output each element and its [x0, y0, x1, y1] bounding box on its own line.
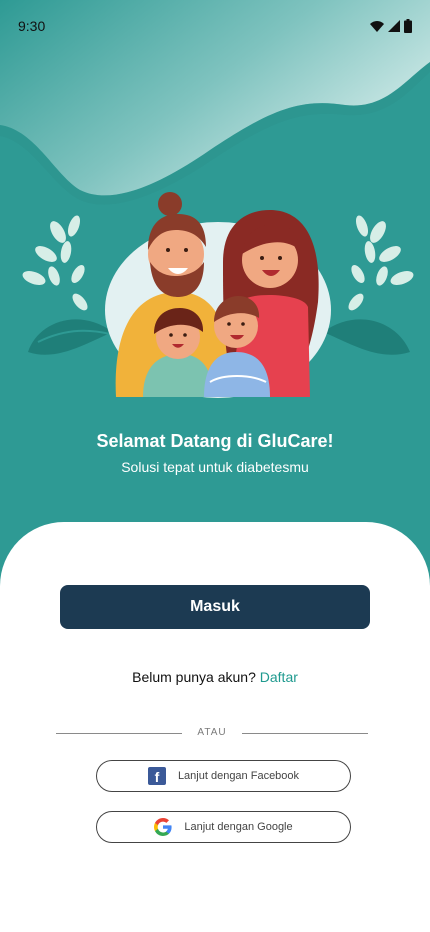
divider-line-right: [242, 733, 368, 734]
status-time: 9:30: [18, 18, 46, 34]
facebook-login-button[interactable]: f Lanjut dengan Facebook: [96, 760, 351, 792]
battery-icon: [404, 19, 412, 33]
status-bar: 9:30: [0, 0, 430, 52]
divider-label: ATAU: [197, 727, 227, 738]
leaves-right: [348, 215, 414, 311]
leaves-left: [22, 215, 88, 311]
google-button-label: Lanjut dengan Google: [184, 821, 293, 833]
hero-background: 9:30 Selamat Datang di GluCare! Solusi t…: [0, 0, 430, 600]
register-link[interactable]: Daftar: [260, 669, 298, 685]
welcome-screen: 9:30 Selamat Datang di GluCare! Solusi t…: [0, 0, 430, 932]
login-button[interactable]: Masuk: [60, 585, 370, 629]
google-icon: [154, 818, 172, 836]
facebook-button-label: Lanjut dengan Facebook: [177, 770, 300, 782]
family-illustration: [22, 192, 414, 398]
wifi-icon: [370, 20, 384, 32]
google-login-button[interactable]: Lanjut dengan Google: [96, 811, 351, 843]
signal-icon: [388, 20, 400, 32]
divider-line-left: [56, 733, 182, 734]
register-row: Belum punya akun? Daftar: [0, 669, 430, 685]
facebook-icon: f: [147, 767, 166, 785]
welcome-subtitle: Solusi tepat untuk diabetesmu: [121, 459, 309, 475]
no-account-text: Belum punya akun?: [132, 669, 256, 685]
welcome-title: Selamat Datang di GluCare!: [96, 431, 334, 451]
status-icons: [370, 19, 412, 33]
